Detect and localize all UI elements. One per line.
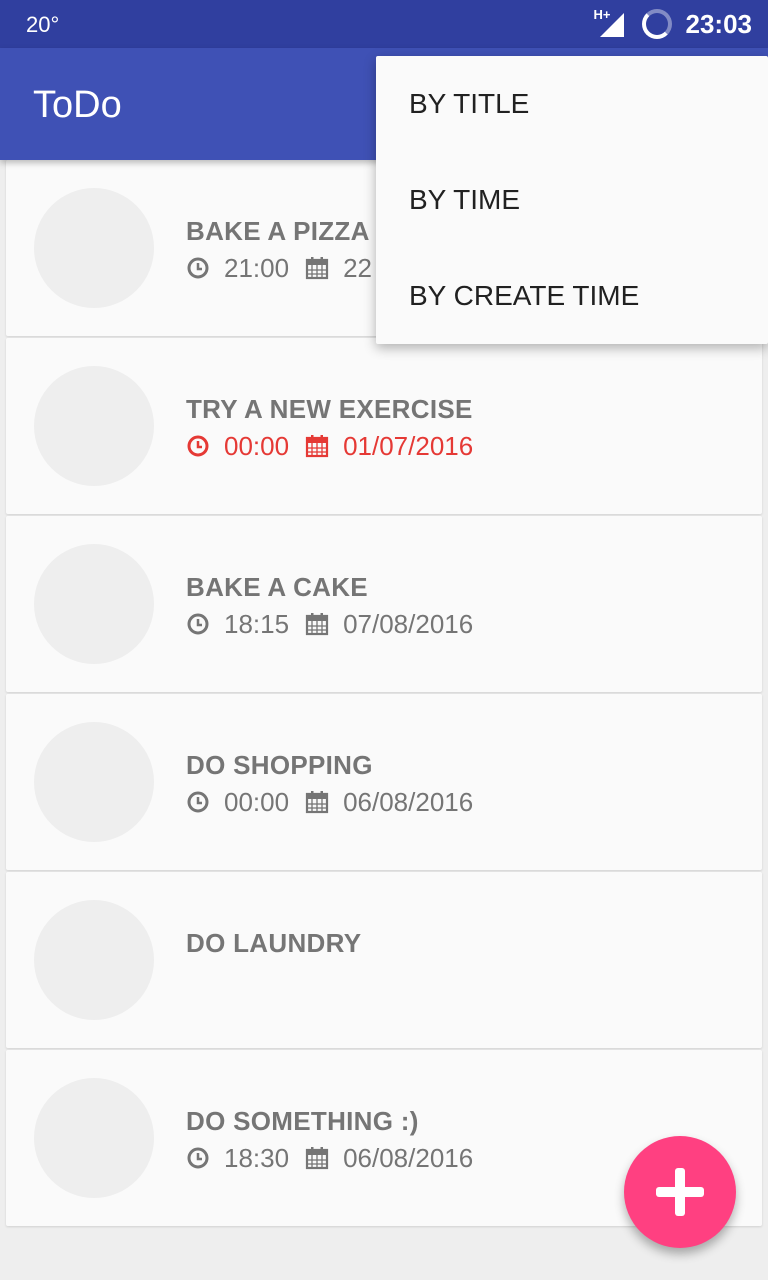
task-date: 06/08/2016 — [343, 786, 474, 817]
task-avatar — [34, 366, 154, 486]
menu-item-by-create-time[interactable]: BY CREATE TIME — [376, 248, 768, 344]
task-date: 07/08/2016 — [343, 608, 474, 639]
battery-icon — [641, 9, 672, 39]
task-card[interactable]: BAKE A CAKE 18:15 07/08/2016 — [6, 516, 762, 692]
clock-icon — [187, 257, 209, 279]
task-title: BAKE A CAKE — [186, 572, 368, 602]
task-meta: 18:15 07/08/2016 — [186, 608, 473, 640]
clock-icon — [187, 791, 209, 813]
task-meta: 00:00 06/08/2016 — [186, 786, 473, 818]
status-time: 23:03 — [685, 8, 753, 39]
status-temperature: 20° — [26, 12, 60, 37]
task-meta-overdue: 00:00 01/07/2016 — [186, 430, 473, 462]
menu-item-by-time[interactable]: BY TIME — [376, 152, 768, 248]
app-title: ToDo — [33, 84, 122, 126]
task-title: BAKE A PIZZA — [186, 216, 370, 246]
calendar-icon — [305, 613, 329, 636]
task-title: DO SHOPPING — [186, 750, 373, 780]
clock-icon — [187, 435, 209, 457]
task-date: 01/07/2016 — [343, 430, 474, 461]
status-bar: 20° H+ 23:03 — [0, 0, 768, 48]
task-avatar — [34, 188, 154, 308]
calendar-icon — [305, 435, 329, 458]
task-card[interactable]: DO SHOPPING 00:00 06/08/2016 — [6, 694, 762, 870]
task-title: TRY A NEW EXERCISE — [186, 394, 473, 424]
task-avatar — [34, 900, 154, 1020]
task-time: 00:00 — [224, 786, 290, 817]
clock-icon — [187, 613, 209, 635]
calendar-icon — [305, 257, 329, 280]
signal-icon: H+ — [593, 7, 628, 39]
task-avatar — [34, 544, 154, 664]
calendar-icon — [305, 1147, 329, 1170]
sort-menu: BY TITLE BY TIME BY CREATE TIME — [376, 56, 768, 344]
network-type: H+ — [593, 7, 611, 22]
clock-icon — [187, 1147, 209, 1169]
menu-item-by-title[interactable]: BY TITLE — [376, 56, 768, 152]
add-task-button[interactable] — [624, 1136, 736, 1248]
task-time: 21:00 — [224, 252, 290, 283]
task-time: 18:30 — [224, 1142, 290, 1173]
task-time: 18:15 — [224, 608, 290, 639]
task-date: 06/08/2016 — [343, 1142, 474, 1173]
task-time: 00:00 — [224, 430, 290, 461]
task-meta: 21:00 22 — [186, 252, 372, 284]
task-avatar — [34, 1078, 154, 1198]
task-card[interactable]: TRY A NEW EXERCISE 00:00 01/07/2016 — [6, 338, 762, 514]
task-card[interactable]: DO LAUNDRY — [6, 872, 762, 1048]
task-title: DO LAUNDRY — [186, 928, 362, 958]
task-date: 22 — [343, 252, 372, 283]
status-icons: H+ 23:03 — [593, 0, 753, 48]
task-title: DO SOMETHING :) — [186, 1106, 419, 1136]
task-avatar — [34, 722, 154, 842]
task-meta: 18:30 06/08/2016 — [186, 1142, 473, 1174]
calendar-icon — [305, 791, 329, 814]
